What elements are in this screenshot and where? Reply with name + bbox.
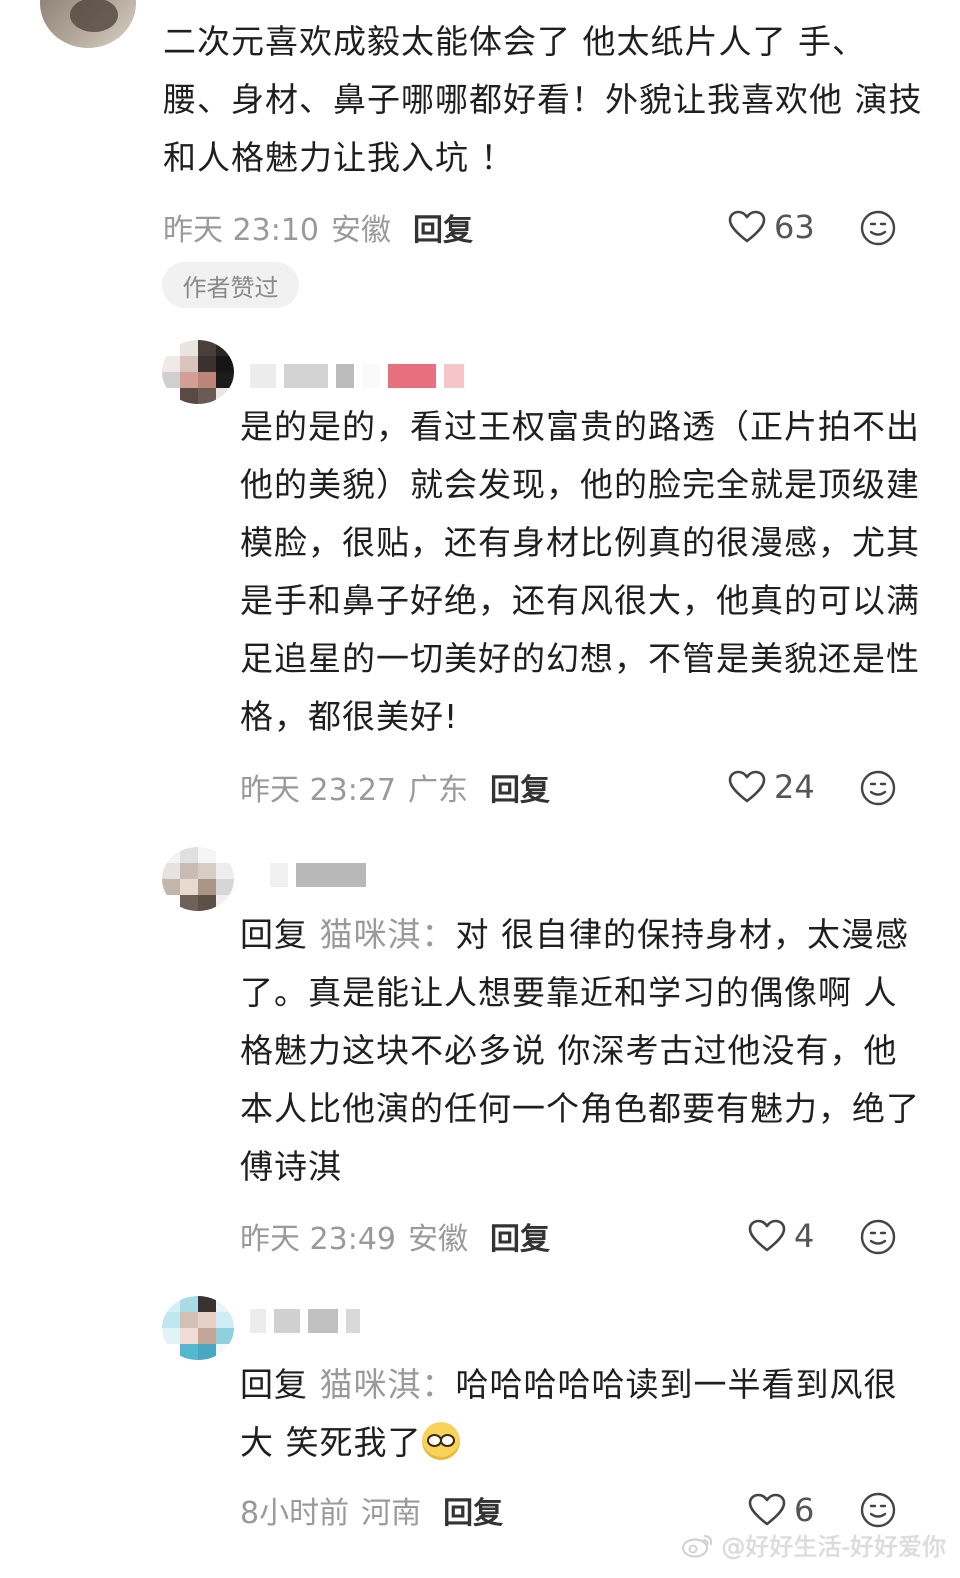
- like-button[interactable]: 63: [728, 205, 815, 249]
- like-button[interactable]: 4: [748, 1214, 814, 1258]
- like-count: 4: [794, 1217, 815, 1255]
- comment-location: 安徽: [408, 1222, 468, 1257]
- weibo-logo-icon: [682, 1534, 713, 1557]
- watermark-text: @好好生活-好好爱你: [721, 1533, 946, 1561]
- username-blurred[interactable]: [250, 1303, 360, 1339]
- comment-meta: 昨天 23:27 广东 回复: [240, 765, 550, 809]
- reply-prefix: 回复: [240, 1365, 308, 1404]
- like-button[interactable]: 6: [748, 1488, 814, 1532]
- reply-button[interactable]: 回复: [413, 205, 473, 249]
- glasses-smile-emoji: [421, 1422, 460, 1460]
- username-blurred[interactable]: [270, 857, 366, 893]
- like-count: 24: [774, 768, 815, 806]
- reply-button[interactable]: 回复: [490, 1214, 550, 1258]
- comment-text: 回复 猫咪淇：哈哈哈哈哈读到一半看到风很大 笑死我了: [240, 1356, 920, 1472]
- smile-face-icon[interactable]: [860, 1219, 896, 1255]
- like-button[interactable]: 24: [728, 765, 815, 809]
- comment-text: 二次元喜欢成毅太能体会了 他太纸片人了 手、腰、身材、鼻子哪哪都好看！外貌让我喜…: [163, 22, 923, 177]
- comment-location: 安徽: [331, 213, 391, 248]
- avatar[interactable]: [162, 340, 234, 404]
- comment-meta: 昨天 23:10 安徽 回复: [163, 205, 473, 249]
- comment-time: 昨天 23:10: [163, 213, 319, 248]
- smile-face-icon[interactable]: [860, 1492, 896, 1528]
- username-blurred[interactable]: [250, 358, 464, 394]
- heart-outline-icon: [748, 1493, 786, 1526]
- comment-body: 对 很自律的保持身材，太漫感了。真是能让人想要靠近和学习的偶像啊 人格魅力这块不…: [240, 915, 920, 1186]
- avatar[interactable]: [162, 847, 234, 911]
- reply-target-user[interactable]: 猫咪淇：: [320, 1365, 456, 1404]
- heart-outline-icon: [748, 1219, 786, 1252]
- avatar[interactable]: [162, 1296, 234, 1360]
- smile-face-icon[interactable]: [860, 770, 896, 806]
- reply-button[interactable]: 回复: [443, 1488, 503, 1532]
- like-count: 63: [774, 208, 815, 246]
- comment-meta: 8小时前 河南 回复: [240, 1488, 503, 1532]
- watermark: @好好生活-好好爱你: [681, 1527, 946, 1562]
- heart-outline-icon: [728, 770, 766, 803]
- avatar[interactable]: [40, 0, 136, 48]
- reply-prefix: 回复: [240, 915, 308, 954]
- like-count: 6: [794, 1491, 815, 1529]
- comment-time: 昨天 23:49: [240, 1222, 396, 1257]
- smile-face-icon[interactable]: [860, 210, 896, 246]
- comment-text: 回复 猫咪淇：对 很自律的保持身材，太漫感了。真是能让人想要靠近和学习的偶像啊 …: [240, 906, 920, 1196]
- author-liked-badge: 作者赞过: [162, 262, 299, 308]
- comment-time: 8小时前: [240, 1496, 350, 1531]
- comment-location: 河南: [361, 1496, 422, 1531]
- heart-outline-icon: [728, 210, 766, 243]
- comment-location: 广东: [408, 773, 468, 808]
- reply-button[interactable]: 回复: [490, 765, 550, 809]
- comment-text: 是的是的，看过王权富贵的路透（正片拍不出他的美貌）就会发现，他的脸完全就是顶级建…: [240, 407, 920, 736]
- reply-target-user[interactable]: 猫咪淇：: [320, 915, 456, 954]
- comment-time: 昨天 23:27: [240, 773, 396, 808]
- comment-meta: 昨天 23:49 安徽 回复: [240, 1214, 550, 1258]
